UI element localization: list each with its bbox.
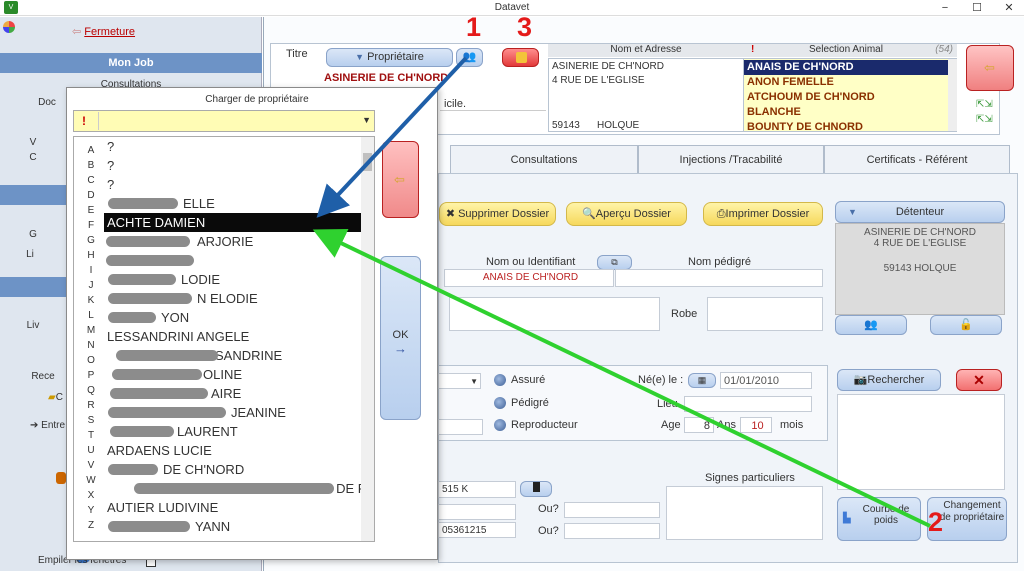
- annotation-3: 3: [517, 12, 533, 42]
- annotation-2: 2: [928, 507, 944, 537]
- green-arrow: [312, 228, 931, 528]
- blue-arrow: [316, 56, 468, 218]
- annotation-1: 1: [466, 12, 482, 42]
- annotation-overlay: [312, 56, 931, 528]
